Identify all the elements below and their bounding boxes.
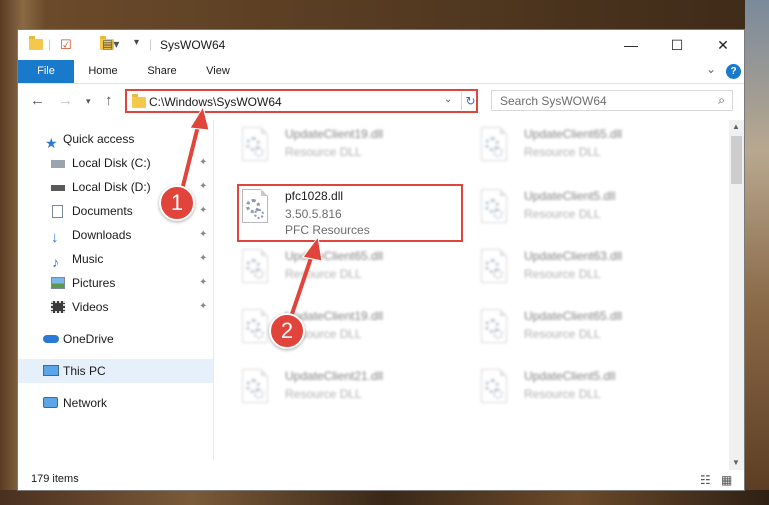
- arrow-2-line: [290, 251, 315, 315]
- arrow-1-head: [189, 105, 210, 131]
- annotation-arrows: [180, 105, 323, 315]
- arrow-2-head: [302, 235, 323, 262]
- arrow-1-line: [180, 121, 201, 191]
- step-1-badge: 1: [159, 185, 195, 221]
- step-2-badge: 2: [269, 313, 305, 349]
